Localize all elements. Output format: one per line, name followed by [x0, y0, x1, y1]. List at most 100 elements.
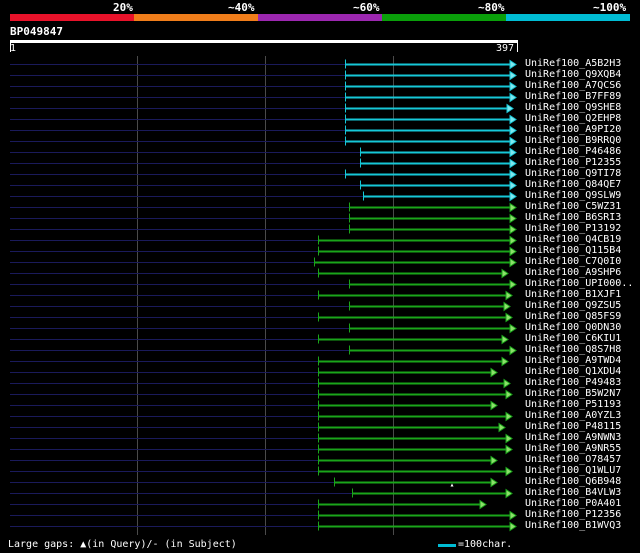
- hit-bar: [345, 74, 511, 77]
- hit-arrow: [490, 477, 498, 488]
- hit-label[interactable]: UniRef100_B9RRQ0: [525, 135, 621, 146]
- hit-label[interactable]: UniRef100_A9NR55: [525, 443, 621, 454]
- hit-label[interactable]: UniRef100_A9PI20: [525, 124, 621, 135]
- hit-arrow: [509, 257, 517, 268]
- hit-bar: [318, 250, 511, 253]
- hit-arrow: [505, 389, 513, 400]
- hit-label[interactable]: UniRef100_P12355: [525, 157, 621, 168]
- hit-label[interactable]: UniRef100_Q4CB19: [525, 234, 621, 245]
- hit-arrow: [509, 323, 517, 334]
- hit-label[interactable]: UniRef100_B1XJF1: [525, 289, 621, 300]
- hit-label[interactable]: UniRef100_A9NWN3: [525, 432, 621, 443]
- hit-label[interactable]: UniRef100_B5W2N7: [525, 388, 621, 399]
- color-bar-segment: [134, 14, 258, 21]
- hit-bar: [352, 492, 507, 495]
- hit-arrow: [490, 367, 498, 378]
- hit-bar: [318, 503, 481, 506]
- hit-bar: [349, 206, 511, 209]
- hit-arrow: [509, 180, 517, 191]
- hit-label[interactable]: UniRef100_Q9XQB4: [525, 69, 621, 80]
- hit-bar: [349, 327, 511, 330]
- hit-bar: [360, 184, 511, 187]
- hit-label[interactable]: UniRef100_Q1WLU7: [525, 465, 621, 476]
- hit-label[interactable]: UniRef100_Q2EHP8: [525, 113, 621, 124]
- hit-label[interactable]: UniRef100_B7FF89: [525, 91, 621, 102]
- hit-arrow: [505, 312, 513, 323]
- hit-arrow: [505, 433, 513, 444]
- hit-arrow: [505, 466, 513, 477]
- hit-label[interactable]: UniRef100_Q9ZSU5: [525, 300, 621, 311]
- query-end-label: 397: [496, 43, 515, 54]
- hit-bar: [345, 173, 511, 176]
- hit-label[interactable]: UniRef100_A9SHP6: [525, 267, 621, 278]
- hit-bar: [314, 261, 511, 264]
- hit-label[interactable]: UniRef100_Q9SHE8: [525, 102, 621, 113]
- hit-arrow: [509, 191, 517, 202]
- hit-label[interactable]: UniRef100_A7QCS6: [525, 80, 621, 91]
- hit-bar: [345, 96, 511, 99]
- query-name: BP049847: [10, 25, 63, 38]
- hit-arrow: [509, 202, 517, 213]
- hit-label[interactable]: UniRef100_Q0DN30: [525, 322, 621, 333]
- hit-label[interactable]: UniRef100_C6KIU1: [525, 333, 621, 344]
- hit-bar: [318, 393, 507, 396]
- hit-label[interactable]: UniRef100_P51193: [525, 399, 621, 410]
- hit-label[interactable]: UniRef100_Q84QE7: [525, 179, 621, 190]
- hit-bar: [349, 283, 511, 286]
- hit-bar: [345, 85, 511, 88]
- hit-arrow: [505, 444, 513, 455]
- hit-bar: [318, 525, 511, 528]
- hit-bar: [363, 195, 511, 198]
- percent-label-40: ~40%: [228, 1, 255, 14]
- hit-arrow: [509, 169, 517, 180]
- hit-label[interactable]: UniRef100_Q85FS9: [525, 311, 621, 322]
- hit-label[interactable]: UniRef100_A9TWD4: [525, 355, 621, 366]
- hit-label[interactable]: UniRef100_A5B2H3: [525, 58, 621, 69]
- hit-label[interactable]: UniRef100_A0YZL3: [525, 410, 621, 421]
- hit-bar: [345, 118, 511, 121]
- hit-label[interactable]: UniRef100_Q6B948: [525, 476, 621, 487]
- hit-arrow: [509, 213, 517, 224]
- hit-label[interactable]: UniRef100_Q8S7H8: [525, 344, 621, 355]
- hit-arrow: [509, 136, 517, 147]
- hit-bar: [318, 514, 511, 517]
- hit-bar: [318, 470, 507, 473]
- hit-label[interactable]: UniRef100_Q115B4: [525, 245, 621, 256]
- hit-label[interactable]: UniRef100_P49483: [525, 377, 621, 388]
- query-start-label: 1: [10, 43, 17, 54]
- hit-bar: [318, 360, 503, 363]
- hit-label[interactable]: UniRef100_P46486: [525, 146, 621, 157]
- hit-bar: [318, 448, 507, 451]
- hit-bar: [318, 404, 492, 407]
- gap-legend: Large gaps: ▲(in Query)/- (in Subject): [8, 539, 237, 550]
- hit-bar: [318, 338, 503, 341]
- color-bar-segment: [506, 14, 630, 21]
- hit-label[interactable]: UniRef100_UPI000..: [525, 278, 633, 289]
- hit-label[interactable]: UniRef100_Q9SLW9: [525, 190, 621, 201]
- hit-bar: [318, 382, 505, 385]
- hit-arrow: [505, 290, 513, 301]
- hit-label[interactable]: UniRef100_P13192: [525, 223, 621, 234]
- hit-arrow: [503, 378, 511, 389]
- hit-label[interactable]: UniRef100_B4VLW3: [525, 487, 621, 498]
- hit-arrow: [509, 246, 517, 257]
- hit-arrow: [490, 455, 498, 466]
- hit-label[interactable]: UniRef100_O78457: [525, 454, 621, 465]
- hit-label[interactable]: UniRef100_P48115: [525, 421, 621, 432]
- hit-label[interactable]: UniRef100_P0A401: [525, 498, 621, 509]
- hit-arrow: [479, 499, 487, 510]
- hit-arrow: [501, 268, 509, 279]
- hit-label[interactable]: UniRef100_Q9TI78: [525, 168, 621, 179]
- hit-bar: [360, 162, 511, 165]
- hit-bar: [349, 228, 511, 231]
- hit-label[interactable]: UniRef100_B6SRI3: [525, 212, 621, 223]
- hit-bar: [349, 349, 511, 352]
- hit-arrow: [509, 158, 517, 169]
- hit-label[interactable]: UniRef100_C7Q0I0: [525, 256, 621, 267]
- hit-label[interactable]: UniRef100_B1WVQ3: [525, 520, 621, 531]
- hit-arrow: [509, 345, 517, 356]
- hit-label[interactable]: UniRef100_C5WZ31: [525, 201, 621, 212]
- hit-label[interactable]: UniRef100_P12356: [525, 509, 621, 520]
- hit-bar: [345, 129, 511, 132]
- hit-label[interactable]: UniRef100_Q1XDU4: [525, 366, 621, 377]
